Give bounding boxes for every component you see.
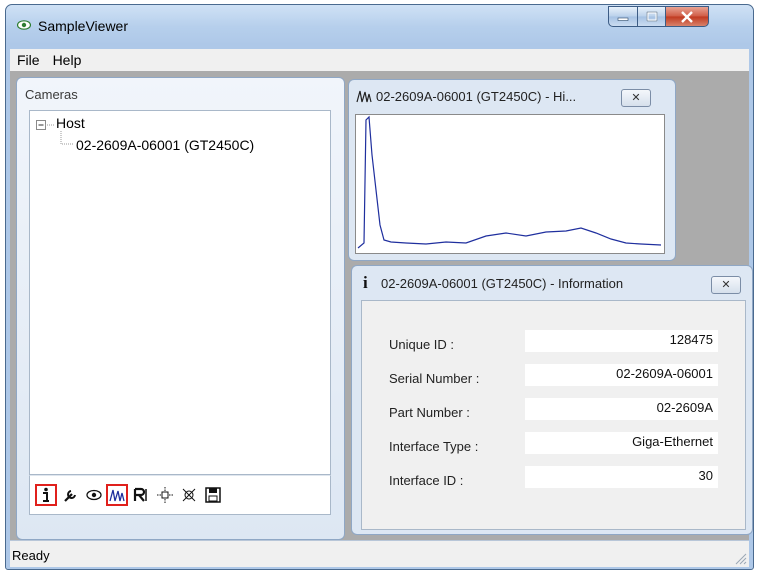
- info-row-part-number: Part Number : 02-2609A: [362, 395, 745, 423]
- information-panel: i 02-2609A-06001 (GT2450C) - Information…: [351, 265, 753, 535]
- info-value: 128475: [525, 330, 718, 352]
- register-icon[interactable]: [130, 484, 152, 506]
- info-value: 02-2609A-06001: [525, 364, 718, 386]
- wrench-icon[interactable]: [60, 484, 82, 506]
- tree-node-camera[interactable]: 02-2609A-06001 (GT2450C): [76, 137, 254, 153]
- menu-help[interactable]: Help: [46, 49, 88, 68]
- histogram-panel: 02-2609A-06001 (GT2450C) - Hi... ✕: [348, 79, 676, 261]
- minimize-icon: [617, 17, 629, 21]
- minimize-button[interactable]: [608, 6, 638, 27]
- maximize-icon: [646, 11, 657, 22]
- info-value: 02-2609A: [525, 398, 718, 420]
- cameras-panel-title: Cameras: [25, 87, 78, 102]
- histogram-plot: [355, 114, 665, 254]
- histogram-title: 02-2609A-06001 (GT2450C) - Hi...: [376, 89, 577, 104]
- information-body: Unique ID : 128475 Serial Number : 02-26…: [361, 300, 746, 530]
- histogram-icon[interactable]: [106, 484, 128, 506]
- info-row-interface-type: Interface Type : Giga-Ethernet: [362, 429, 745, 457]
- eye-icon[interactable]: [83, 484, 105, 506]
- mdi-client-area: Cameras Host 02-2609A-06001 (GT2450C) 02…: [10, 71, 753, 540]
- menu-file[interactable]: File: [10, 49, 46, 68]
- information-title: 02-2609A-06001 (GT2450C) - Information: [381, 276, 624, 291]
- close-icon: ✕: [631, 92, 641, 104]
- info-label: Serial Number :: [389, 371, 480, 386]
- info-label: Unique ID :: [389, 337, 455, 352]
- status-text: Ready: [12, 548, 50, 563]
- info-label: Interface Type :: [389, 439, 479, 454]
- info-value: Giga-Ethernet: [525, 432, 718, 454]
- close-icon: [681, 10, 693, 23]
- status-bar: Ready: [10, 540, 749, 567]
- histogram-icon: [356, 90, 372, 103]
- window-title: SampleViewer: [38, 18, 129, 34]
- camera-tree: Host 02-2609A-06001 (GT2450C): [29, 110, 331, 475]
- info-label: Interface ID :: [389, 473, 464, 488]
- info-row-interface-id: Interface ID : 30: [362, 463, 745, 491]
- close-button[interactable]: [665, 6, 709, 27]
- tree-node-host[interactable]: Host: [56, 115, 85, 131]
- save-icon[interactable]: [202, 484, 224, 506]
- info-row-unique-id: Unique ID : 128475: [362, 327, 745, 355]
- eye-icon: [17, 20, 31, 30]
- title-bar[interactable]: SampleViewer: [6, 5, 753, 45]
- resize-grip-icon[interactable]: [733, 551, 747, 565]
- transfer-icon[interactable]: [154, 484, 176, 506]
- info-icon[interactable]: [35, 484, 57, 506]
- info-value: 30: [525, 466, 718, 488]
- cameras-panel: Cameras Host 02-2609A-06001 (GT2450C): [16, 77, 345, 540]
- maximize-button[interactable]: [637, 6, 666, 27]
- app-window: SampleViewer File Help Cameras Host 02-26…: [5, 4, 754, 570]
- camera-toolbar: [29, 475, 331, 515]
- histogram-close-button[interactable]: ✕: [621, 89, 651, 107]
- menu-bar: File Help: [10, 49, 749, 72]
- information-close-button[interactable]: ✕: [711, 276, 741, 294]
- info-label: Part Number :: [389, 405, 470, 420]
- info-icon: i: [363, 273, 368, 292]
- disconnect-icon[interactable]: [178, 484, 200, 506]
- info-row-serial-number: Serial Number : 02-2609A-06001: [362, 361, 745, 389]
- histogram-curve: [357, 115, 662, 249]
- close-icon: ✕: [721, 279, 731, 291]
